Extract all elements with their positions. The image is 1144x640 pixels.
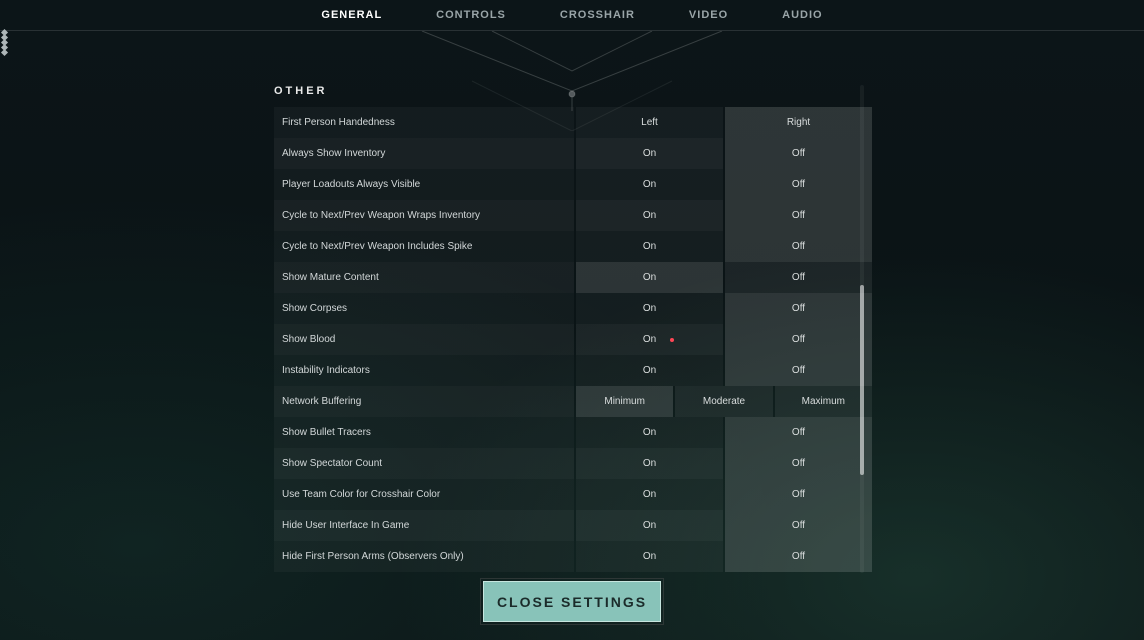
setting-option[interactable]: Off bbox=[725, 138, 872, 169]
setting-option[interactable]: Off bbox=[725, 479, 872, 510]
setting-option[interactable]: On bbox=[576, 510, 723, 541]
setting-label: Use Team Color for Crosshair Color bbox=[274, 479, 574, 510]
setting-option[interactable]: Minimum bbox=[576, 386, 673, 417]
setting-options: OnOff bbox=[576, 200, 872, 231]
setting-option[interactable]: Off bbox=[725, 169, 872, 200]
setting-option[interactable]: Off bbox=[725, 417, 872, 448]
setting-option[interactable]: Off bbox=[725, 324, 872, 355]
setting-options: OnOff bbox=[576, 138, 872, 169]
section-title: OTHER bbox=[274, 85, 872, 97]
setting-label: Hide First Person Arms (Observers Only) bbox=[274, 541, 574, 572]
setting-option[interactable]: On bbox=[576, 324, 723, 355]
setting-option[interactable]: On bbox=[576, 448, 723, 479]
setting-options: OnOff bbox=[576, 417, 872, 448]
setting-option[interactable]: Off bbox=[725, 293, 872, 324]
setting-option[interactable]: On bbox=[576, 200, 723, 231]
tab-audio[interactable]: AUDIO bbox=[780, 5, 824, 25]
setting-label: Cycle to Next/Prev Weapon Wraps Inventor… bbox=[274, 200, 574, 231]
close-settings-button[interactable]: CLOSE SETTINGS bbox=[483, 581, 661, 622]
setting-label: Show Spectator Count bbox=[274, 448, 574, 479]
setting-option[interactable]: On bbox=[576, 262, 723, 293]
setting-option[interactable]: Right bbox=[725, 107, 872, 138]
setting-options: OnOff bbox=[576, 262, 872, 293]
setting-options: OnOff bbox=[576, 510, 872, 541]
setting-row: Hide User Interface In GameOnOff bbox=[274, 510, 872, 541]
setting-option[interactable]: Off bbox=[725, 231, 872, 262]
scrollbar[interactable] bbox=[860, 85, 864, 573]
setting-row: Network BufferingMinimumModerateMaximum bbox=[274, 386, 872, 417]
setting-label: Instability Indicators bbox=[274, 355, 574, 386]
setting-options: OnOff bbox=[576, 324, 872, 355]
setting-label: Hide User Interface In Game bbox=[274, 510, 574, 541]
setting-option[interactable]: Off bbox=[725, 510, 872, 541]
setting-option[interactable]: On bbox=[576, 231, 723, 262]
setting-label: Show Blood bbox=[274, 324, 574, 355]
setting-options: OnOff bbox=[576, 541, 872, 572]
setting-label: Always Show Inventory bbox=[274, 138, 574, 169]
setting-row: Show BloodOnOff bbox=[274, 324, 872, 355]
setting-option[interactable]: On bbox=[576, 138, 723, 169]
setting-row: Cycle to Next/Prev Weapon Wraps Inventor… bbox=[274, 200, 872, 231]
setting-option[interactable]: Moderate bbox=[675, 386, 772, 417]
setting-options: OnOff bbox=[576, 169, 872, 200]
setting-row: Cycle to Next/Prev Weapon Includes Spike… bbox=[274, 231, 872, 262]
setting-option[interactable]: On bbox=[576, 479, 723, 510]
setting-row: Show CorpsesOnOff bbox=[274, 293, 872, 324]
setting-options: OnOff bbox=[576, 448, 872, 479]
setting-options: MinimumModerateMaximum bbox=[576, 386, 872, 417]
setting-option[interactable]: On bbox=[576, 355, 723, 386]
setting-row: Show Bullet TracersOnOff bbox=[274, 417, 872, 448]
setting-option[interactable]: Off bbox=[725, 262, 872, 293]
setting-label: Show Mature Content bbox=[274, 262, 574, 293]
setting-options: LeftRight bbox=[576, 107, 872, 138]
setting-label: Cycle to Next/Prev Weapon Includes Spike bbox=[274, 231, 574, 262]
setting-row: Show Spectator CountOnOff bbox=[274, 448, 872, 479]
setting-options: OnOff bbox=[576, 293, 872, 324]
setting-option[interactable]: Maximum bbox=[775, 386, 872, 417]
setting-row: Show Mature ContentOnOff bbox=[274, 262, 872, 293]
setting-row: First Person HandednessLeftRight bbox=[274, 107, 872, 138]
tab-video[interactable]: VIDEO bbox=[687, 5, 730, 25]
setting-option[interactable]: On bbox=[576, 417, 723, 448]
setting-option[interactable]: Off bbox=[725, 541, 872, 572]
setting-options: OnOff bbox=[576, 479, 872, 510]
setting-row: Player Loadouts Always VisibleOnOff bbox=[274, 169, 872, 200]
setting-options: OnOff bbox=[576, 231, 872, 262]
setting-row: Always Show InventoryOnOff bbox=[274, 138, 872, 169]
setting-row: Hide First Person Arms (Observers Only)O… bbox=[274, 541, 872, 572]
tab-crosshair[interactable]: CROSSHAIR bbox=[558, 5, 637, 25]
setting-option[interactable]: Off bbox=[725, 448, 872, 479]
setting-option[interactable]: On bbox=[576, 293, 723, 324]
tab-general[interactable]: GENERAL bbox=[319, 5, 384, 25]
settings-panel: OTHER First Person HandednessLeftRightAl… bbox=[274, 85, 872, 572]
tab-controls[interactable]: CONTROLS bbox=[434, 5, 508, 25]
setting-option[interactable]: Off bbox=[725, 200, 872, 231]
setting-label: Player Loadouts Always Visible bbox=[274, 169, 574, 200]
setting-row: Instability IndicatorsOnOff bbox=[274, 355, 872, 386]
setting-label: Network Buffering bbox=[274, 386, 574, 417]
settings-tabs: GENERAL CONTROLS CROSSHAIR VIDEO AUDIO bbox=[0, 0, 1144, 30]
setting-option[interactable]: Left bbox=[576, 107, 723, 138]
setting-option[interactable]: On bbox=[576, 169, 723, 200]
setting-label: Show Bullet Tracers bbox=[274, 417, 574, 448]
setting-option[interactable]: On bbox=[576, 541, 723, 572]
setting-row: Use Team Color for Crosshair ColorOnOff bbox=[274, 479, 872, 510]
setting-options: OnOff bbox=[576, 355, 872, 386]
scrollbar-thumb[interactable] bbox=[860, 285, 864, 475]
setting-label: First Person Handedness bbox=[274, 107, 574, 138]
tab-diamond-indicators bbox=[0, 30, 1144, 55]
tabbar-divider bbox=[0, 30, 1144, 31]
setting-option[interactable]: Off bbox=[725, 355, 872, 386]
changed-indicator-icon bbox=[670, 338, 674, 342]
setting-label: Show Corpses bbox=[274, 293, 574, 324]
settings-rows: First Person HandednessLeftRightAlways S… bbox=[274, 107, 872, 572]
